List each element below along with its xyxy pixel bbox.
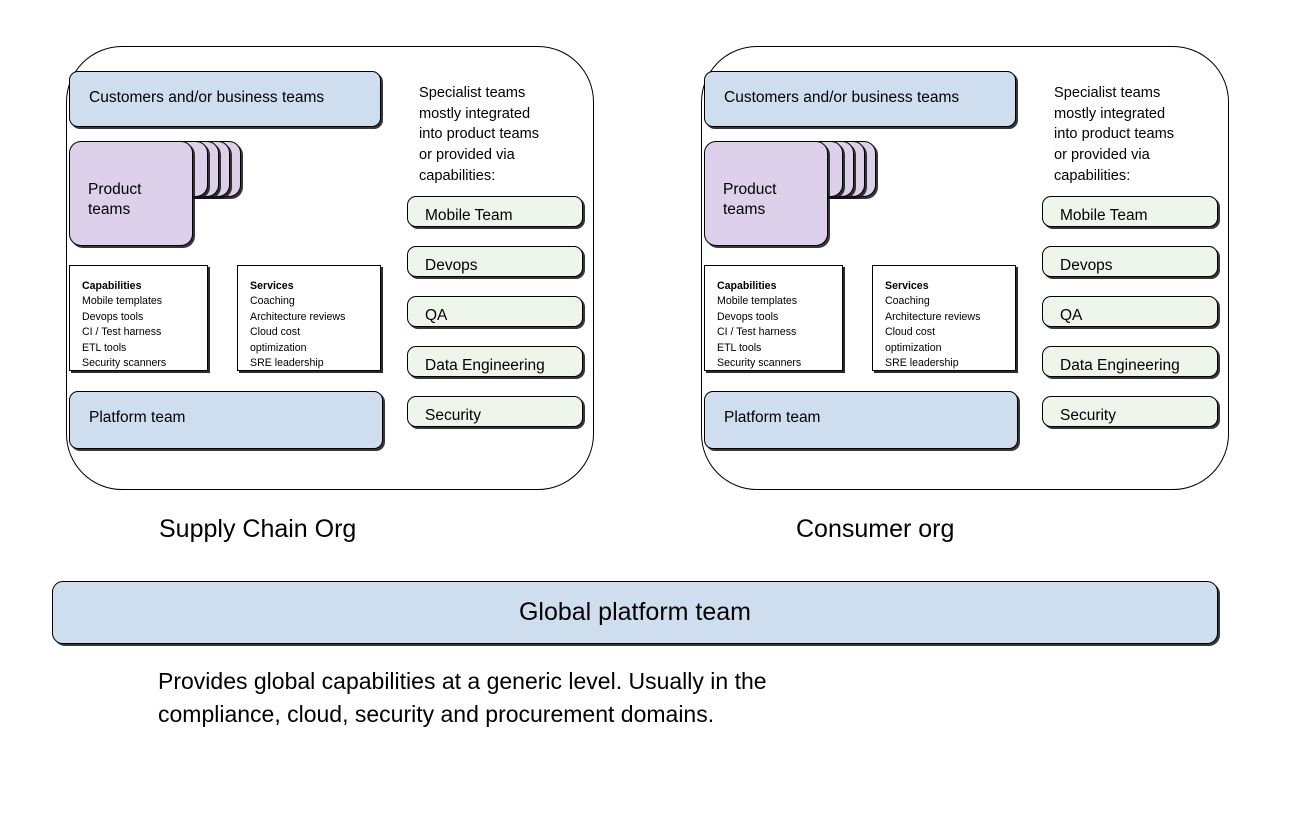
- capabilities-item: Mobile templates: [82, 295, 163, 308]
- services-title: Services: [250, 280, 294, 292]
- org-caption-supply-chain: Supply Chain Org: [159, 515, 357, 543]
- specialist-team-label: QA: [1060, 307, 1083, 324]
- capabilities-item: ETL tools: [717, 341, 762, 354]
- specialist-team-security[interactable]: Security: [1042, 396, 1218, 427]
- services-box: Services Coaching Architecture reviews C…: [237, 265, 381, 371]
- capabilities-item: Devops tools: [82, 310, 144, 323]
- services-box: Services Coaching Architecture reviews C…: [872, 265, 1016, 371]
- specialist-team-label: Security: [1060, 407, 1116, 424]
- capabilities-item: CI / Test harness: [82, 326, 162, 339]
- global-platform-team-note: Provides global capabilities at a generi…: [158, 668, 767, 727]
- customers-box-label: Customers and/or business teams: [89, 89, 325, 106]
- specialist-teams-note: Specialist teams mostly integrated into …: [1054, 85, 1175, 184]
- product-teams-label: Product teams: [723, 181, 777, 219]
- specialist-team-label: Devops: [1060, 257, 1113, 274]
- specialist-team-label: Data Engineering: [1060, 357, 1180, 374]
- specialist-team-mobile-team[interactable]: Mobile Team: [1042, 196, 1218, 227]
- specialist-team-label: Mobile Team: [1060, 207, 1148, 224]
- capabilities-item: Devops tools: [717, 310, 779, 323]
- platform-team-box[interactable]: Platform team: [704, 391, 1018, 449]
- capabilities-title: Capabilities: [717, 280, 777, 292]
- org-panel-consumer: Customers and/or business teams Product …: [701, 46, 1229, 490]
- capabilities-item: Security scanners: [717, 357, 802, 370]
- specialist-teams-note: Specialist teams mostly integrated into …: [419, 85, 540, 184]
- services-item: Cloud cost: [250, 326, 301, 339]
- customers-box[interactable]: Customers and/or business teams: [704, 71, 1016, 127]
- specialist-team-data-engineering[interactable]: Data Engineering: [407, 346, 583, 377]
- diagram-canvas: Customers and/or business teams Product …: [0, 0, 1306, 830]
- customers-box[interactable]: Customers and/or business teams: [69, 71, 381, 127]
- specialist-team-qa[interactable]: QA: [407, 296, 583, 327]
- services-item: Coaching: [250, 295, 295, 308]
- specialist-team-devops[interactable]: Devops: [407, 246, 583, 277]
- capabilities-item: Security scanners: [82, 357, 167, 370]
- capabilities-title: Capabilities: [82, 280, 142, 292]
- org-panel-supply-chain: Customers and/or business teams Product …: [66, 46, 594, 490]
- capabilities-list: Capabilities Mobile templates Devops too…: [82, 279, 201, 372]
- capabilities-box: Capabilities Mobile templates Devops too…: [704, 265, 843, 371]
- services-item: SRE leadership: [885, 357, 959, 370]
- services-list: Services Coaching Architecture reviews C…: [885, 279, 1009, 372]
- capabilities-item: CI / Test harness: [717, 326, 797, 339]
- services-item: Cloud cost: [885, 326, 936, 339]
- capabilities-item: ETL tools: [82, 341, 127, 354]
- org-caption-consumer: Consumer org: [796, 515, 955, 543]
- specialist-team-label: Mobile Team: [425, 207, 513, 224]
- specialist-team-label: Security: [425, 407, 481, 424]
- specialist-team-data-engineering[interactable]: Data Engineering: [1042, 346, 1218, 377]
- specialist-team-devops[interactable]: Devops: [1042, 246, 1218, 277]
- specialist-team-label: QA: [425, 307, 448, 324]
- global-platform-team-bar[interactable]: Global platform team: [52, 581, 1218, 644]
- services-item: Architecture reviews: [250, 310, 346, 323]
- specialist-team-label: Devops: [425, 257, 478, 274]
- services-list: Services Coaching Architecture reviews C…: [250, 279, 374, 372]
- customers-box-label: Customers and/or business teams: [724, 89, 960, 106]
- specialist-team-mobile-team[interactable]: Mobile Team: [407, 196, 583, 227]
- capabilities-list: Capabilities Mobile templates Devops too…: [717, 279, 836, 372]
- platform-team-box[interactable]: Platform team: [69, 391, 383, 449]
- capabilities-item: Mobile templates: [717, 295, 798, 308]
- services-item: optimization: [250, 341, 307, 354]
- services-item: SRE leadership: [250, 357, 324, 370]
- services-item: optimization: [885, 341, 942, 354]
- product-teams-label: Product teams: [88, 181, 142, 219]
- specialist-team-qa[interactable]: QA: [1042, 296, 1218, 327]
- specialist-team-security[interactable]: Security: [407, 396, 583, 427]
- specialist-team-label: Data Engineering: [425, 357, 545, 374]
- services-title: Services: [885, 280, 929, 292]
- platform-team-label: Platform team: [724, 409, 821, 426]
- services-item: Architecture reviews: [885, 310, 981, 323]
- capabilities-box: Capabilities Mobile templates Devops too…: [69, 265, 208, 371]
- services-item: Coaching: [885, 295, 930, 308]
- global-platform-team-label: Global platform team: [518, 598, 752, 626]
- platform-team-label: Platform team: [89, 409, 186, 426]
